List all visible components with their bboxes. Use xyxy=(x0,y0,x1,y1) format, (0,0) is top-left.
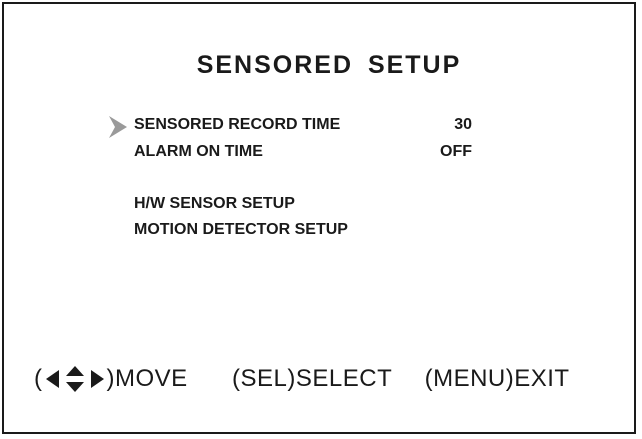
footer-hints: ( )MOVE (SEL)SELECT (MENU)EXIT xyxy=(34,364,570,394)
page-title: SENSORED SETUP xyxy=(196,51,462,79)
selection-arrow-icon xyxy=(109,116,127,138)
menu-value-alarm-on-time[interactable]: OFF xyxy=(404,143,472,161)
menu-value-sensored-record-time[interactable]: 30 xyxy=(404,116,472,134)
menu-item-hw-sensor-setup[interactable]: H/W SENSOR SETUP xyxy=(134,195,295,213)
menu-item-motion-detector-setup[interactable]: MOTION DETECTOR SETUP xyxy=(134,221,348,239)
menu-item-sensored-record-time[interactable]: SENSORED RECORD TIME xyxy=(134,116,340,134)
menu-item-label: H/W SENSOR SETUP xyxy=(134,195,295,212)
move-hint: ( )MOVE xyxy=(34,364,188,394)
select-hint: (SEL)SELECT xyxy=(232,365,393,392)
menu-item-label: ALARM ON TIME xyxy=(134,143,263,160)
move-hint-label: )MOVE xyxy=(106,365,188,392)
menu-item-label: SENSORED RECORD TIME xyxy=(134,116,341,133)
move-hint-open: ( xyxy=(34,365,43,392)
osd-screen-frame: SENSORED SETUP SENSORED RECORD TIME 30 A… xyxy=(2,2,636,434)
menu-item-alarm-on-time[interactable]: ALARM ON TIME xyxy=(134,143,263,161)
exit-hint: (MENU)EXIT xyxy=(424,365,570,392)
direction-arrows-icon xyxy=(45,366,104,392)
menu-item-label: MOTION DETECTOR SETUP xyxy=(134,221,348,238)
